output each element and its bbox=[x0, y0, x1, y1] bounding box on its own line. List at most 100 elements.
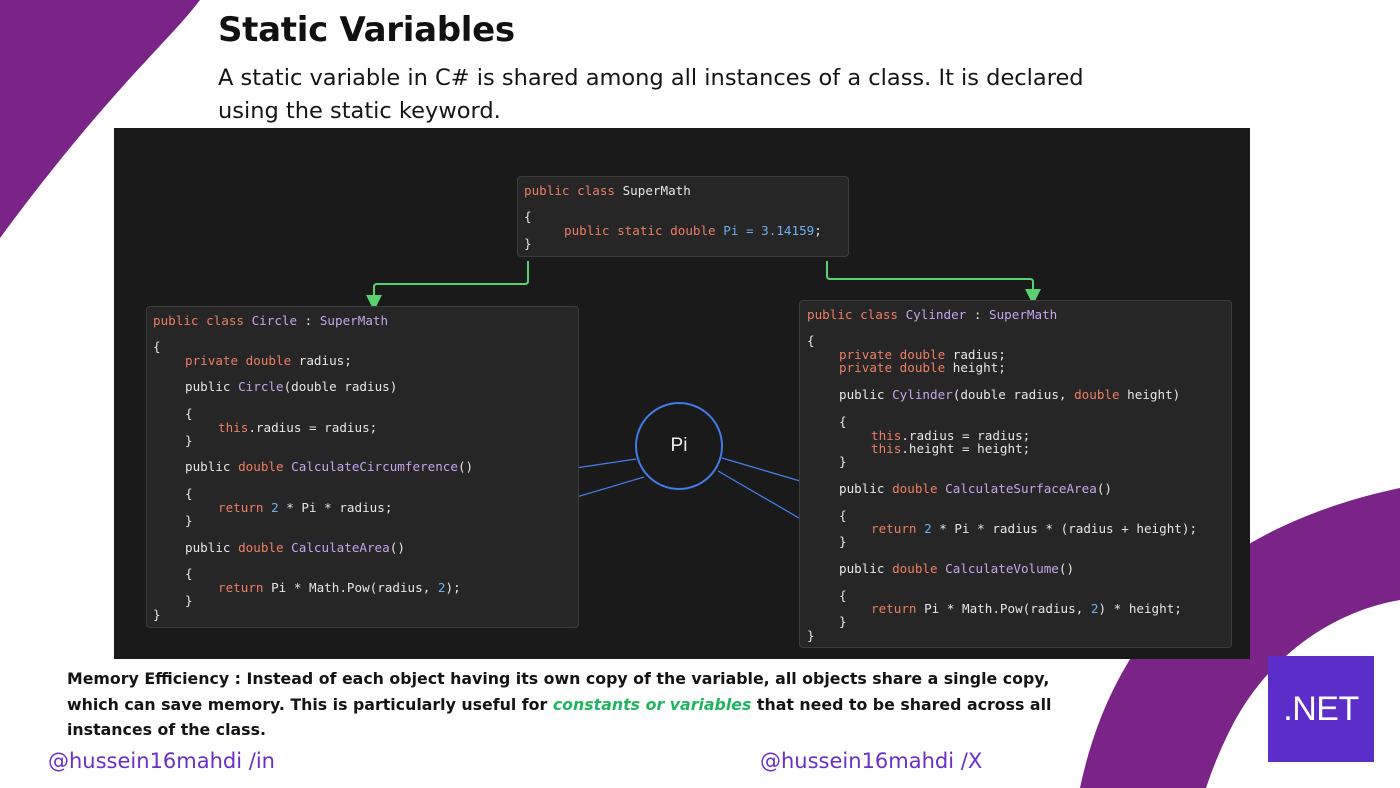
function-name: CalculateSurfaceArea bbox=[945, 481, 1097, 496]
keyword: double bbox=[238, 540, 292, 555]
keyword: public class bbox=[153, 313, 252, 328]
circle-line-3: private double radius; bbox=[185, 353, 352, 369]
supermath-line-2: { bbox=[524, 209, 532, 224]
cylinder-line-15: { bbox=[839, 588, 847, 603]
code-text: () bbox=[1058, 561, 1075, 576]
code-text: .radius = radius; bbox=[248, 420, 378, 435]
supermath-code-box: public class SuperMath { public static d… bbox=[517, 176, 849, 257]
dotnet-logo: .NET bbox=[1268, 656, 1374, 762]
circle-line-14: return Pi * Math.Pow(radius, 2); bbox=[218, 580, 461, 596]
circle-line-5: { bbox=[185, 406, 193, 421]
circle-line-2: { bbox=[153, 339, 161, 354]
code-text: ); bbox=[445, 580, 461, 595]
circle-line-13: { bbox=[185, 566, 193, 581]
keyword: return bbox=[218, 500, 272, 515]
cylinder-line-10: public double CalculateSurfaceArea() bbox=[839, 481, 1112, 497]
supermath-line-1: public class SuperMath bbox=[524, 183, 691, 199]
connector-supermath-to-circle bbox=[366, 261, 529, 311]
circle-line-6: this.radius = radius; bbox=[218, 420, 377, 436]
separator: : bbox=[297, 313, 320, 328]
number: 2 bbox=[271, 500, 279, 515]
circle-line-8: public double CalculateCircumference() bbox=[185, 459, 473, 475]
x-handle[interactable]: @hussein16mahdi /X bbox=[760, 749, 982, 773]
circle-line-10: return 2 * Pi * radius; bbox=[218, 500, 392, 516]
circle-line-1: public class Circle : SuperMath bbox=[153, 313, 388, 329]
identifier-pi: Pi bbox=[723, 223, 739, 238]
keyword: return bbox=[871, 601, 925, 616]
semicolon: ; bbox=[814, 223, 822, 238]
code-text: (double radius) bbox=[283, 379, 398, 394]
cylinder-line-2: { bbox=[807, 333, 815, 348]
code-text: .height = height; bbox=[901, 441, 1031, 456]
code-text: public bbox=[185, 379, 239, 394]
code-text: height) bbox=[1127, 387, 1181, 402]
supermath-line-3: public static double Pi = 3.14159; bbox=[564, 223, 822, 239]
separator: : bbox=[966, 307, 989, 322]
note-highlight: constants or variables bbox=[552, 694, 752, 714]
function-name: Cylinder bbox=[892, 387, 953, 402]
circle-line-12: public double CalculateArea() bbox=[185, 540, 405, 556]
circle-line-4: public Circle(double radius) bbox=[185, 379, 397, 395]
function-name: CalculateCircumference bbox=[291, 459, 458, 474]
code-text: height; bbox=[952, 360, 1006, 375]
function-name: CalculateArea bbox=[291, 540, 390, 555]
diagram-canvas: public class SuperMath { public static d… bbox=[114, 128, 1250, 659]
pi-node-label: Pi bbox=[670, 435, 688, 456]
keyword: public static double bbox=[564, 223, 724, 238]
keyword: this bbox=[871, 441, 902, 456]
code-text: public bbox=[839, 561, 893, 576]
code-text: public bbox=[839, 481, 893, 496]
code-text: () bbox=[1096, 481, 1112, 496]
base-class-name: SuperMath bbox=[989, 307, 1058, 322]
code-text: * Pi * radius * (radius + height); bbox=[931, 521, 1198, 536]
keyword: double bbox=[892, 561, 946, 576]
code-text: radius; bbox=[298, 353, 352, 368]
circle-line-16: } bbox=[153, 607, 161, 622]
class-name: Circle bbox=[251, 313, 298, 328]
keyword: double bbox=[238, 459, 292, 474]
keyword: private double bbox=[839, 360, 953, 375]
circle-line-11: } bbox=[185, 513, 193, 528]
supermath-line-4: } bbox=[524, 236, 532, 251]
code-text: public bbox=[185, 459, 239, 474]
cylinder-line-16: return Pi * Math.Pow(radius, 2) * height… bbox=[871, 601, 1182, 617]
number: 3.14159 bbox=[761, 223, 815, 238]
cylinder-line-5: public Cylinder(double radius, double he… bbox=[839, 387, 1180, 403]
cylinder-line-11: { bbox=[839, 508, 847, 523]
class-name: SuperMath bbox=[622, 183, 691, 198]
cylinder-line-9: } bbox=[839, 454, 847, 469]
linkedin-handle[interactable]: @hussein16mahdi /in bbox=[48, 749, 275, 773]
cylinder-line-8: this.height = height; bbox=[871, 441, 1030, 457]
circle-code-box: public class Circle : SuperMath { privat… bbox=[146, 306, 579, 628]
keyword: double bbox=[1074, 387, 1128, 402]
function-name: CalculateVolume bbox=[945, 561, 1059, 576]
code-text: public bbox=[839, 387, 893, 402]
number: 2 bbox=[924, 521, 932, 536]
pi-node: Pi bbox=[635, 402, 723, 490]
circle-line-7: } bbox=[185, 433, 193, 448]
code-text: Pi * Math.Pow(radius, bbox=[271, 580, 438, 595]
circle-line-15: } bbox=[185, 593, 193, 608]
keyword: return bbox=[871, 521, 925, 536]
keyword: return bbox=[218, 580, 272, 595]
cylinder-line-13: } bbox=[839, 534, 847, 549]
cylinder-line-6: { bbox=[839, 414, 847, 429]
keyword: public class bbox=[807, 307, 906, 322]
code-text: () bbox=[389, 540, 405, 555]
memory-efficiency-note: Memory Efficiency : Instead of each obje… bbox=[67, 666, 1067, 743]
code-text: ) * height; bbox=[1098, 601, 1182, 616]
code-text: (double radius, bbox=[952, 387, 1075, 402]
code-text: * Pi * radius; bbox=[278, 500, 393, 515]
code-text: public bbox=[185, 540, 239, 555]
dotnet-logo-label: .NET bbox=[1283, 689, 1359, 728]
cylinder-line-12: return 2 * Pi * radius * (radius + heigh… bbox=[871, 521, 1197, 537]
code-text: Pi * Math.Pow(radius, bbox=[924, 601, 1091, 616]
cylinder-line-4: private double height; bbox=[839, 360, 1006, 376]
class-name: Cylinder bbox=[905, 307, 967, 322]
circle-line-9: { bbox=[185, 486, 193, 501]
function-name: Circle bbox=[238, 379, 284, 394]
cylinder-line-17: } bbox=[839, 614, 847, 629]
code-text: () bbox=[457, 459, 474, 474]
keyword: double bbox=[892, 481, 946, 496]
base-class-name: SuperMath bbox=[319, 313, 389, 328]
